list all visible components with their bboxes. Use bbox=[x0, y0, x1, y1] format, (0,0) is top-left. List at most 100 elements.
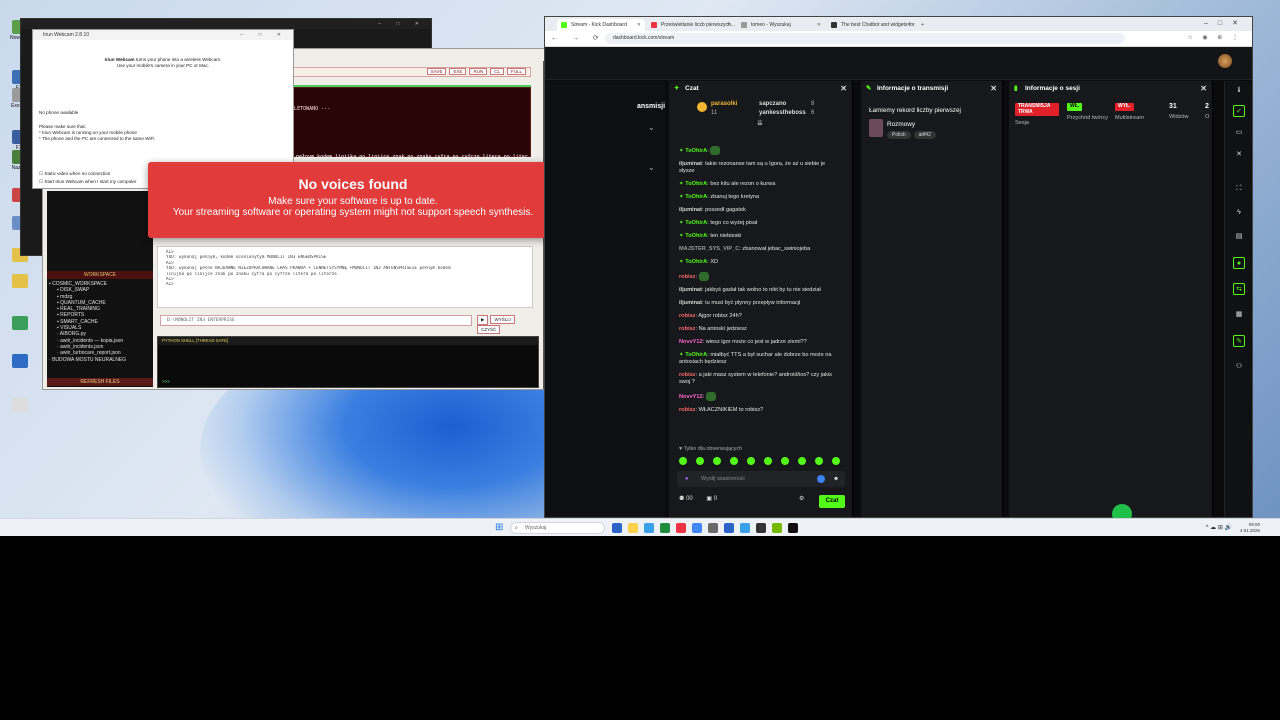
nav-buttons[interactable]: ← → ⟳ bbox=[551, 34, 605, 42]
windows-start-icon[interactable]: ⊞ bbox=[495, 523, 505, 533]
extensions-bar[interactable]: ☆ ◉ ⊕ ⋮ bbox=[1187, 34, 1242, 41]
chat-send-button[interactable]: Czat bbox=[819, 495, 845, 508]
taskbar-app-icon[interactable] bbox=[708, 523, 718, 533]
python-shell[interactable]: PYTHON SHELL [THREAD SAFE] >>> bbox=[157, 336, 539, 388]
emote-icon[interactable] bbox=[781, 457, 789, 465]
chevron-down-icon[interactable]: ⌄ bbox=[648, 123, 655, 132]
browser-tab[interactable]: tomeo - Wyszukaj ✕ bbox=[737, 19, 825, 31]
chat-username[interactable]: robisz bbox=[679, 313, 695, 319]
settings-icon[interactable]: ⚙ bbox=[799, 495, 804, 502]
chevron-down-icon[interactable]: ⌄ bbox=[648, 163, 655, 172]
support-button[interactable] bbox=[1112, 504, 1132, 518]
taskbar-app-icon[interactable] bbox=[740, 523, 750, 533]
desktop-icon[interactable] bbox=[6, 274, 34, 289]
emoji-icon[interactable]: ☻ bbox=[833, 471, 839, 487]
emote-icon[interactable] bbox=[713, 457, 721, 465]
chat-username[interactable]: ToOhirA bbox=[685, 194, 707, 200]
emote-icon[interactable] bbox=[798, 457, 806, 465]
close-icon[interactable]: ✕ bbox=[990, 81, 997, 97]
taskbar-app-icon[interactable] bbox=[692, 523, 702, 533]
toolbar-button[interactable]: CL bbox=[490, 68, 504, 75]
users-icon[interactable]: ⚇ bbox=[1233, 361, 1245, 373]
chat-username[interactable]: iljuminat bbox=[679, 207, 702, 213]
chat-username[interactable]: ToOhirA bbox=[685, 259, 707, 265]
emote-icon[interactable] bbox=[747, 457, 755, 465]
command-input[interactable]: D:\MONOLIT IN3 ENTERPRISE bbox=[160, 315, 472, 326]
toolbar-button[interactable]: FULL bbox=[506, 68, 526, 75]
chat-username[interactable]: iljuminat bbox=[679, 300, 702, 306]
info-icon[interactable]: ℹ bbox=[1233, 85, 1245, 97]
clock[interactable]: 09:00 4.01.2026 bbox=[1240, 522, 1260, 534]
command-button[interactable]: WYŚLIJ bbox=[490, 315, 515, 324]
emote-icon[interactable] bbox=[815, 457, 823, 465]
browser-tab[interactable]: Prześwietlanie liczb pierwszych... ✕ bbox=[647, 19, 735, 31]
leader-name[interactable]: yankesstheboss bbox=[759, 110, 806, 116]
close-icon[interactable]: ✕ bbox=[840, 81, 847, 97]
taskbar-app-icon[interactable] bbox=[724, 523, 734, 533]
new-tab-button[interactable]: + bbox=[917, 19, 931, 31]
emote-icon[interactable] bbox=[832, 457, 840, 465]
leader-name[interactable]: parasolki bbox=[711, 101, 737, 107]
taskbar-app-icon[interactable] bbox=[788, 523, 798, 533]
chat-username[interactable]: ToOhirA bbox=[685, 148, 707, 154]
refresh-files-button[interactable]: REFRESH FILES bbox=[47, 378, 153, 386]
leader-name[interactable]: sapczano bbox=[759, 101, 786, 107]
emote-icon[interactable] bbox=[764, 457, 772, 465]
expand-leaders-icon[interactable]: ⇊ bbox=[757, 119, 763, 127]
background-window-titlebar[interactable]: – □ ✕ bbox=[21, 19, 431, 29]
taskbar-app-icon[interactable] bbox=[756, 523, 766, 533]
chat-username[interactable]: ToOhirA bbox=[685, 181, 707, 187]
stream-tag[interactable]: Polish bbox=[887, 131, 911, 139]
close-icon[interactable]: ✕ bbox=[1233, 149, 1245, 161]
toolbar-button[interactable]: EXE bbox=[449, 68, 467, 75]
poll-icon[interactable]: ⇆ bbox=[1233, 283, 1245, 295]
emote-icon[interactable] bbox=[730, 457, 738, 465]
close-icon[interactable]: ✕ bbox=[727, 19, 731, 31]
browser-window-controls[interactable]: –□✕ bbox=[1204, 19, 1248, 27]
lightning-icon[interactable]: ϟ bbox=[1233, 207, 1245, 219]
taskbar-app-icon[interactable] bbox=[644, 523, 654, 533]
gift-icon[interactable]: ▣ bbox=[706, 496, 712, 502]
close-icon[interactable]: ✕ bbox=[1200, 81, 1207, 97]
system-tray[interactable]: ^ ☁ ⊞ 🔊 bbox=[1206, 524, 1232, 531]
desktop-icon[interactable] bbox=[6, 316, 34, 331]
chat-username[interactable]: robisz bbox=[679, 372, 695, 378]
chat-username[interactable]: MAJSTER_SYS_VIP_C bbox=[679, 246, 739, 252]
document-icon[interactable]: ▤ bbox=[1233, 231, 1245, 243]
chat-username[interactable]: robisz bbox=[679, 326, 695, 332]
users-icon[interactable]: ⚉ bbox=[679, 496, 684, 502]
chat-username[interactable]: ToOhirA bbox=[685, 220, 707, 226]
chat-bubble-icon[interactable]: ● bbox=[1233, 257, 1245, 269]
taskbar-app-icon[interactable] bbox=[676, 523, 686, 533]
close-icon[interactable]: ✕ bbox=[907, 19, 911, 31]
command-button[interactable]: ▶ bbox=[477, 315, 489, 325]
browser-tab[interactable]: Stream - Kick Dashboard ✕ bbox=[557, 19, 645, 31]
chat-username[interactable]: iljuminat bbox=[679, 287, 702, 293]
taskbar-app-icon[interactable] bbox=[772, 523, 782, 533]
chat-username[interactable]: iljuminat bbox=[679, 161, 702, 167]
fullscreen-icon[interactable]: ⛶ bbox=[1233, 183, 1245, 195]
taskbar-app-icon[interactable] bbox=[612, 523, 622, 533]
autostart-checkbox[interactable]: ☐ Start Iriun Webcam when I start my com… bbox=[39, 179, 136, 185]
chat-input[interactable]: ● Wyślij wiadomość ☻ bbox=[677, 471, 845, 487]
iriun-window-controls[interactable]: – □ ✕ bbox=[240, 30, 288, 40]
desktop-icon[interactable] bbox=[6, 398, 34, 413]
static-video-checkbox[interactable]: ☐ Static video when no connection bbox=[39, 171, 110, 177]
address-bar[interactable]: dashboard.kick.com/stream bbox=[605, 33, 1125, 44]
close-icon[interactable]: ✕ bbox=[817, 19, 821, 31]
file-tree-item[interactable]: · BUDOWA MOSTU NEURALNEG bbox=[49, 357, 153, 363]
command-button[interactable]: CZYŚĆ bbox=[477, 325, 501, 334]
chat-username[interactable]: NovvY12 bbox=[679, 339, 703, 345]
emote-icon[interactable] bbox=[696, 457, 704, 465]
taskbar-search[interactable]: ⌕ Wyszukaj bbox=[510, 522, 605, 534]
chat-username[interactable]: NovvY12 bbox=[679, 394, 703, 400]
toolbar-button[interactable]: SAVE bbox=[426, 68, 447, 75]
taskbar-app-icon[interactable] bbox=[660, 523, 670, 533]
check-icon[interactable]: ✓ bbox=[1233, 105, 1245, 117]
desktop-icon[interactable] bbox=[6, 354, 34, 369]
chat-username[interactable]: robisz bbox=[679, 274, 695, 280]
grid-icon[interactable]: ▦ bbox=[1233, 309, 1245, 321]
browser-window[interactable]: –□✕ Stream - Kick Dashboard ✕ Prześwietlan… bbox=[544, 16, 1253, 518]
emote-icon[interactable] bbox=[679, 457, 687, 465]
layout-icon[interactable]: ▭ bbox=[1233, 127, 1245, 139]
